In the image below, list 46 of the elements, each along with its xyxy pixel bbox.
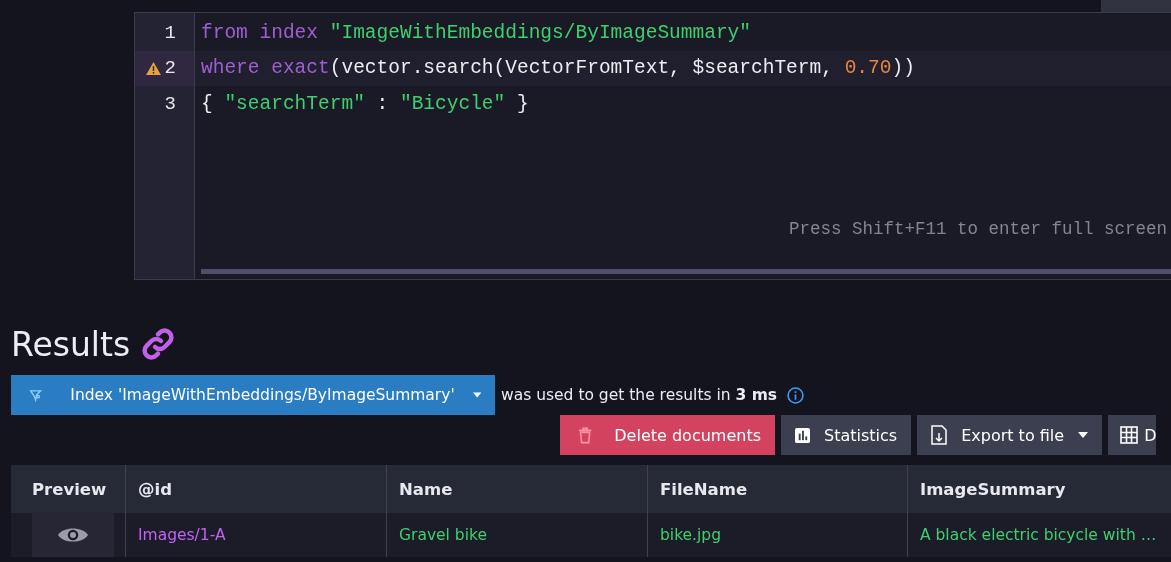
line-number: 2 <box>164 57 176 80</box>
code-token: : <box>375 92 390 115</box>
table-cell[interactable]: Images/1-A <box>125 513 386 557</box>
warning-icon <box>145 61 161 75</box>
code-token: (vector.search(VectorFromText, $searchTerm, <box>329 57 834 80</box>
caret-icon <box>1078 432 1089 438</box>
fullscreen-hint: Press Shift+F11 to enter full screen <box>788 219 1167 239</box>
index-dropdown[interactable]: Index 'ImageWithEmbeddings/ByImageSummary' <box>11 375 495 415</box>
export-button[interactable]: Export to file <box>917 415 1103 455</box>
trash-icon <box>578 425 593 445</box>
column-header[interactable]: Name <box>386 465 647 513</box>
eye-icon <box>58 525 88 545</box>
info-icon[interactable] <box>787 386 805 404</box>
column-header[interactable]: Preview <box>11 465 125 513</box>
delete-button[interactable]: Delete documents <box>560 415 775 455</box>
statistics-button[interactable]: Statistics <box>781 415 912 455</box>
index-icon <box>29 387 43 403</box>
file-download-icon <box>931 425 948 445</box>
table-cell: A black electric bicycle with … <box>907 513 1171 557</box>
code-token: { <box>201 92 214 115</box>
column-header[interactable]: FileName <box>647 465 907 513</box>
caret-icon <box>472 392 481 398</box>
panel-corner <box>1101 0 1171 12</box>
column-header[interactable]: ImageSummary <box>907 465 1171 513</box>
scrollbar[interactable] <box>201 269 1171 274</box>
code-token: 0.70 <box>844 57 892 80</box>
code-token: where exact <box>201 57 330 80</box>
line-number: 3 <box>164 92 176 115</box>
preview-button[interactable] <box>32 513 114 557</box>
link-icon[interactable] <box>140 326 177 362</box>
query-editor[interactable]: 1 2 3 from index "ImageWithEmbeddings/ByImageSummary" where exact(vector.search(VectorFromText, $searchTerm, 0.70)) { "searchTerm" : "Bicycle" } Press Shift+F11 to enter full screen <box>134 12 1171 280</box>
code-token: )) <box>891 57 915 80</box>
results-title: Results <box>11 324 131 364</box>
code-token: from index <box>201 21 320 44</box>
table-icon <box>1120 426 1139 444</box>
code-token: "Bicycle" <box>399 92 506 115</box>
column-header[interactable]: @id <box>125 465 386 513</box>
query-timing-text: was used to get the results in 3 ms <box>501 386 778 404</box>
columns-button[interactable]: D <box>1108 415 1157 455</box>
code-token: "searchTerm" <box>224 92 365 115</box>
table-cell: bike.jpg <box>647 513 907 557</box>
table-cell: Gravel bike <box>386 513 647 557</box>
line-number: 1 <box>164 21 176 44</box>
code-token: "ImageWithEmbeddings/ByImageSummary" <box>329 21 751 44</box>
bar-chart-icon <box>795 427 810 443</box>
code-token: } <box>515 92 529 115</box>
